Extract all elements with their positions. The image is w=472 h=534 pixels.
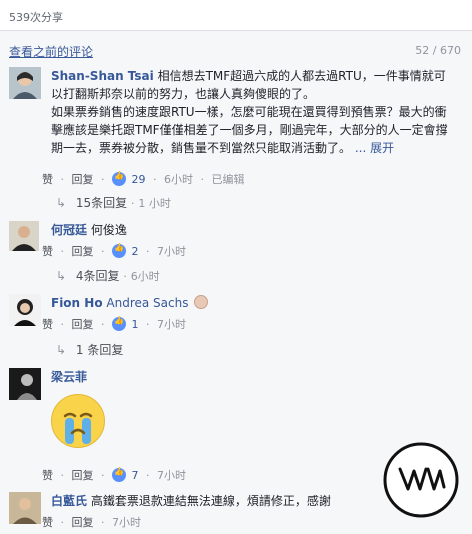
comment-text: 高鐵套票退款連結無法連線，煩請修正，感謝 — [90, 494, 331, 508]
comment-actions: 赞 · 回复 · 1 · 7小时 — [42, 316, 186, 332]
comment-actions: 赞 · 回复 · 2 · 7小时 — [42, 243, 186, 259]
comment-body: Shan-Shan Tsai 相信想去TMF超過六成的人都去過RTU，一件事情就… — [51, 67, 451, 157]
reply-arrow-icon: ↳ — [56, 196, 67, 210]
view-replies-link[interactable]: 15条回复 — [76, 196, 127, 210]
commenter-name[interactable]: 何冠廷 — [51, 223, 87, 237]
commenter-name[interactable]: 梁云菲 — [51, 370, 87, 384]
reply-button[interactable]: 回复 — [72, 173, 94, 186]
tagged-user-avatar — [194, 295, 209, 309]
see-more-link[interactable]: ... 展开 — [355, 141, 394, 155]
commenter-name[interactable]: Fion Ho — [51, 296, 103, 310]
comment-actions: 赞 · 回复 · 7小时 — [42, 516, 141, 529]
like-icon — [112, 316, 126, 331]
like-icon — [112, 467, 126, 482]
previous-comments-row: 查看之前的评论 52 / 670 — [9, 43, 461, 59]
like-count[interactable]: 1 — [132, 318, 139, 331]
like-count[interactable]: 7 — [132, 469, 139, 482]
reply-button[interactable]: 回复 — [72, 469, 94, 482]
share-bar: 539次分享 — [0, 0, 472, 31]
comment-text: 何俊逸 — [90, 223, 127, 237]
replies-row: ↳ 1 条回复 — [56, 341, 123, 357]
like-button[interactable]: 赞 — [42, 245, 53, 258]
comment-actions: 赞 · 回复 · 29 · 6小时 · 已编辑 — [42, 171, 245, 187]
like-count[interactable]: 2 — [132, 245, 139, 258]
avatar[interactable] — [9, 221, 39, 251]
timestamp[interactable]: 7小时 — [157, 469, 186, 482]
like-icon — [112, 243, 126, 258]
tagged-user-link[interactable]: Andrea Sachs — [106, 296, 188, 310]
edited-label[interactable]: 已编辑 — [212, 173, 245, 186]
avatar[interactable] — [9, 67, 41, 99]
watermark-logo — [382, 441, 460, 519]
share-count[interactable]: 539次分享 — [9, 9, 63, 25]
comment-counter: 52 / 670 — [415, 44, 461, 57]
comment-body: 梁云菲 — [51, 368, 451, 386]
reply-time: 1 小时 — [138, 197, 171, 210]
crying-face-sticker — [51, 394, 105, 448]
like-button[interactable]: 赞 — [42, 173, 53, 186]
reply-arrow-icon: ↳ — [56, 343, 67, 357]
timestamp[interactable]: 7小时 — [157, 245, 186, 258]
view-previous-comments-link[interactable]: 查看之前的评论 — [9, 45, 93, 59]
view-replies-link[interactable]: 1 条回复 — [76, 343, 123, 357]
avatar[interactable] — [9, 294, 41, 326]
view-replies-link[interactable]: 4条回复 — [76, 269, 120, 283]
timestamp[interactable]: 6小时 — [164, 173, 193, 186]
commenter-name[interactable]: Shan-Shan Tsai — [51, 69, 154, 83]
reply-button[interactable]: 回复 — [72, 516, 94, 529]
comment-actions: 赞 · 回复 · 7 · 7小时 — [42, 467, 186, 483]
replies-row: ↳ 4条回复 · 6小时 — [56, 269, 160, 283]
avatar[interactable] — [9, 368, 41, 400]
timestamp[interactable]: 7小时 — [112, 516, 141, 529]
comment-body: Fion Ho Andrea Sachs — [51, 294, 451, 312]
like-button[interactable]: 赞 — [42, 516, 53, 529]
reply-button[interactable]: 回复 — [72, 245, 94, 258]
like-button[interactable]: 赞 — [42, 469, 53, 482]
commenter-name[interactable]: 白藍氏 — [51, 494, 87, 508]
replies-row: ↳ 15条回复 · 1 小时 — [56, 196, 171, 210]
reply-button[interactable]: 回复 — [72, 318, 94, 331]
like-button[interactable]: 赞 — [42, 318, 53, 331]
timestamp[interactable]: 7小时 — [157, 318, 186, 331]
avatar[interactable] — [9, 492, 41, 524]
comment-body: 何冠廷 何俊逸 — [51, 221, 451, 239]
like-count[interactable]: 29 — [132, 173, 146, 186]
like-icon — [112, 171, 126, 186]
reply-arrow-icon: ↳ — [56, 269, 67, 283]
reply-time: 6小时 — [130, 270, 160, 283]
